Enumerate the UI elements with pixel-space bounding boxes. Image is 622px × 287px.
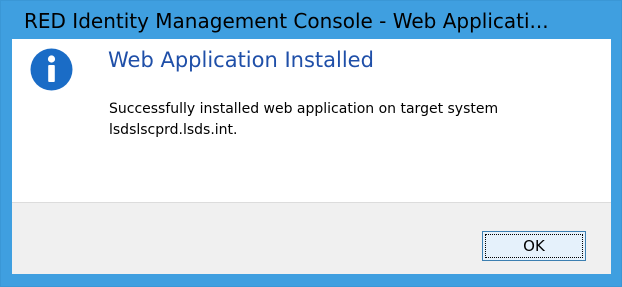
ok-button-label: OK: [485, 234, 583, 258]
title-bar[interactable]: RED Identity Management Console - Web Ap…: [1, 1, 621, 39]
dialog-heading: Web Application Installed: [108, 48, 374, 72]
ok-button[interactable]: OK: [482, 231, 586, 261]
button-bar: OK: [12, 202, 611, 274]
window-title: RED Identity Management Console - Web Ap…: [24, 9, 549, 33]
dialog-window: RED Identity Management Console - Web Ap…: [0, 0, 622, 287]
dialog-message: Successfully installed web application o…: [109, 101, 499, 138]
info-icon: [30, 48, 73, 91]
